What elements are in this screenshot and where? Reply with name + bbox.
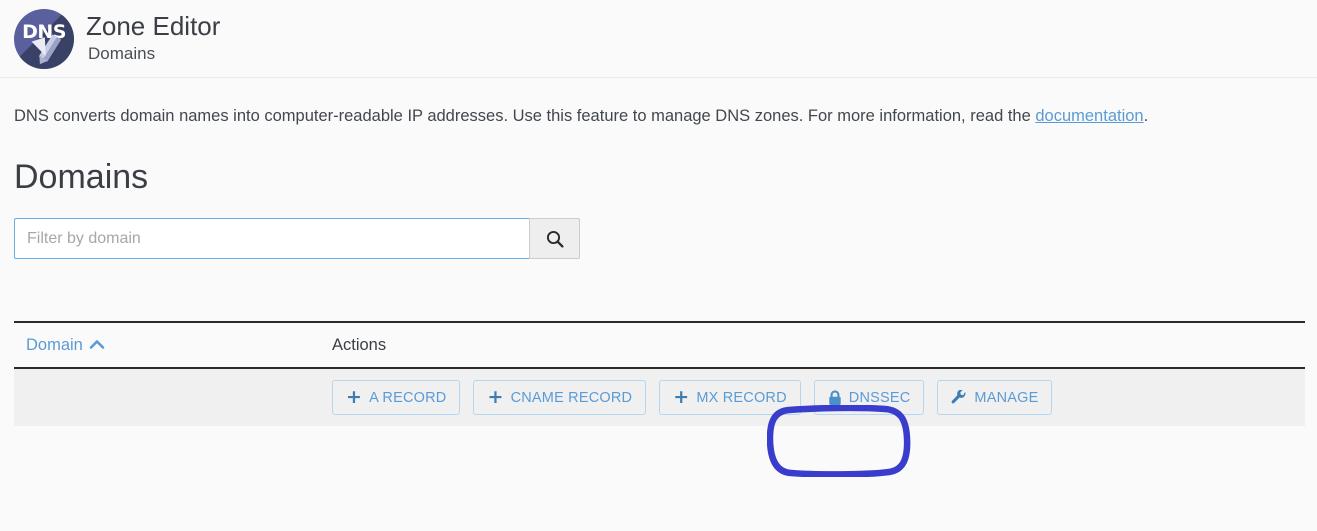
- dnssec-button[interactable]: DNSSEC: [813, 380, 925, 416]
- section-title: Domains: [14, 158, 149, 197]
- chevron-up-icon: [89, 337, 105, 354]
- description-text-after: .: [1143, 107, 1149, 125]
- dnssec-label: DNSSEC: [848, 389, 911, 406]
- table-row: + A RECORD + CNAME RECORD + MX RECORD DN…: [14, 369, 1305, 427]
- main-content: DNS converts domain names into computer-…: [0, 106, 1317, 427]
- documentation-link[interactable]: documentation: [1035, 107, 1143, 125]
- table-header-row: Domain Actions: [14, 323, 1305, 370]
- plus-icon: +: [346, 386, 363, 409]
- plus-icon: +: [673, 386, 690, 409]
- domain-filter-input[interactable]: [14, 218, 529, 260]
- page-subtitle: Domains: [88, 44, 156, 64]
- manage-label: MANAGE: [974, 389, 1039, 406]
- column-header-domain-label: Domain: [26, 335, 83, 354]
- app-header: DNS Zone Editor Domains: [0, 0, 1317, 78]
- add-a-record-label: A RECORD: [369, 389, 447, 406]
- search-button[interactable]: [529, 218, 580, 260]
- add-cname-record-button[interactable]: + CNAME RECORD: [473, 380, 647, 416]
- search-icon: [545, 229, 565, 249]
- column-header-domain[interactable]: Domain: [14, 336, 332, 355]
- add-mx-record-label: MX RECORD: [696, 389, 787, 406]
- domains-table: Domain Actions + A RECORD + CNAME RECORD: [14, 321, 1305, 427]
- feature-description: DNS converts domain names into computer-…: [14, 106, 1303, 127]
- add-a-record-button[interactable]: + A RECORD: [332, 380, 461, 416]
- column-header-actions: Actions: [332, 335, 387, 354]
- header-text: Zone Editor Domains: [86, 10, 221, 66]
- add-mx-record-button[interactable]: + MX RECORD: [659, 380, 801, 416]
- domain-filter-group: [14, 218, 580, 260]
- add-cname-record-label: CNAME RECORD: [510, 389, 633, 406]
- wrench-icon: [951, 389, 967, 406]
- plus-icon: +: [487, 386, 504, 409]
- page-title: Zone Editor: [86, 10, 221, 41]
- description-text-before: DNS converts domain names into computer-…: [14, 107, 1036, 125]
- dns-logo-icon: DNS: [14, 8, 74, 69]
- cell-actions: + A RECORD + CNAME RECORD + MX RECORD DN…: [332, 380, 1305, 416]
- lock-icon: [828, 390, 842, 406]
- manage-button[interactable]: MANAGE: [937, 380, 1053, 416]
